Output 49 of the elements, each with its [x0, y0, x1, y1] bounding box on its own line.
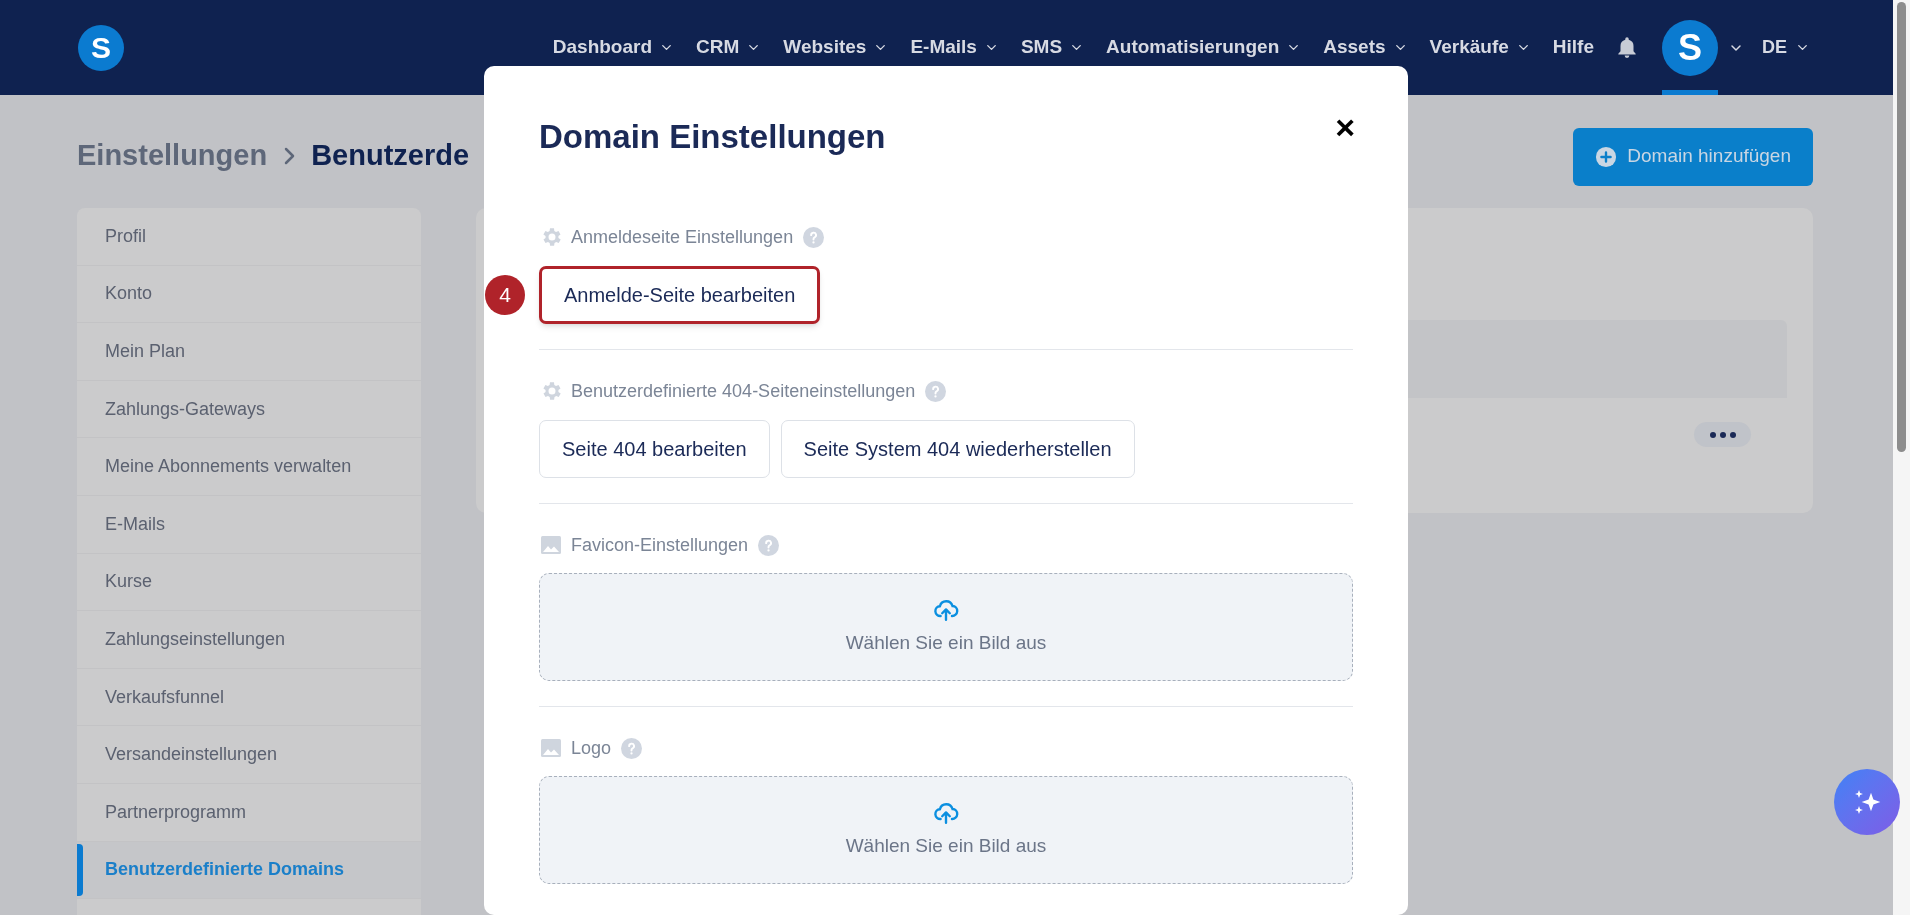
sidebar-item[interactable]: Profil [77, 208, 421, 266]
section-label: Benutzerdefinierte 404-Seiteneinstellungen [571, 379, 916, 403]
sidebar-item[interactable]: Benutzerdefinierte Domains [77, 841, 421, 900]
help-icon [621, 737, 643, 759]
upload-dropzone[interactable]: Wählen Sie ein Bild aus [539, 776, 1353, 884]
nav-menu-item[interactable]: Dashboard [552, 33, 675, 62]
help-icon [758, 534, 780, 556]
nav-menu-item[interactable]: Websites [783, 33, 889, 62]
plus-circle-icon [1595, 145, 1618, 168]
nav-menu-item[interactable]: Verkäufe [1429, 33, 1531, 62]
sidebar-item[interactable]: Kurse [77, 553, 421, 612]
avatar[interactable]: S [1662, 19, 1718, 76]
section-label: Favicon-Einstellungen [571, 533, 749, 557]
language-selector[interactable]: DE [1762, 34, 1810, 61]
image-icon [539, 736, 563, 760]
sidebar-item[interactable]: E-Mails [77, 495, 421, 554]
section-label: Logo [571, 736, 612, 760]
more-icon [1709, 430, 1736, 439]
dialog-title: Domain Einstellungen [539, 117, 886, 158]
section-label: Anmeldeseite Einstellungen [571, 225, 794, 249]
help-icon [803, 226, 825, 248]
action-button[interactable]: Anmelde-Seite bearbeiten [539, 266, 821, 324]
breadcrumb-link[interactable]: Einstellungen [77, 133, 268, 178]
sidebar-item[interactable]: Zahlungseinstellungen [77, 611, 421, 669]
more-button[interactable] [1694, 422, 1751, 447]
sidebar-item[interactable]: Konto [77, 265, 421, 324]
sidebar-item[interactable]: Versandeinstellungen [77, 726, 421, 784]
breadcrumb-current: Benutzerde [311, 137, 470, 173]
nav-menu-item[interactable]: SMS [1020, 33, 1085, 62]
sidebar-item[interactable]: Verkaufsfunnel [77, 668, 421, 727]
nav-menu-item[interactable]: E-Mails [910, 33, 999, 62]
action-button[interactable]: Seite 404 bearbeiten [539, 420, 770, 478]
logo[interactable]: S [78, 24, 124, 71]
step-badge: 4 [485, 275, 525, 315]
sidebar-item[interactable]: Meine Abonnements verwalten [77, 438, 421, 496]
image-icon [539, 533, 563, 557]
nav-menu-item[interactable]: Automatisierungen [1106, 33, 1302, 62]
sidebar-item[interactable]: Partnerprogramm [77, 783, 421, 842]
nav-menu-item[interactable]: CRM [696, 33, 762, 62]
sidebar-item[interactable]: Mein Plan [77, 323, 421, 381]
action-button[interactable]: Seite System 404 wiederherstellen [780, 420, 1135, 478]
close-button[interactable]: × [1335, 110, 1355, 144]
upload-dropzone[interactable]: Wählen Sie ein Bild aus [539, 573, 1353, 681]
scrollbar[interactable] [1893, 0, 1910, 915]
nav-menu-item[interactable]: Assets [1323, 33, 1408, 62]
nav-menu-item[interactable]: Hilfe [1552, 33, 1594, 62]
add-domain-button[interactable]: Domain hinzufügen [1573, 127, 1813, 186]
sidebar-item[interactable]: Zahlungs-Gateways [77, 380, 421, 439]
help-icon [925, 380, 947, 402]
